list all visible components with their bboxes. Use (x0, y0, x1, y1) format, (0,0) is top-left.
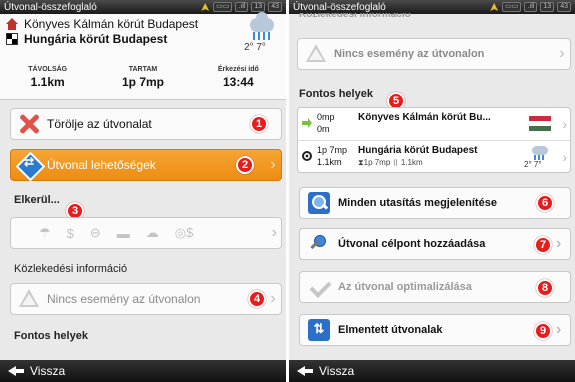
chevron-right-icon: › (556, 235, 562, 252)
back-arrow-icon (297, 366, 313, 376)
avoid-unpaved-icon: ☁ (145, 225, 159, 240)
back-button[interactable]: Vissza (319, 364, 354, 378)
callout-badge-1: 1 (250, 115, 268, 133)
stat-arrival: Érkezési idő 13:44 (217, 66, 259, 89)
clock-hour: 13 (251, 2, 266, 12)
gps-icon (200, 2, 210, 12)
scrolled-section-title: Közlekedési információ (299, 13, 411, 20)
destination-address: Hungária körút Budapest (24, 32, 168, 46)
chevron-right-icon: › (270, 290, 276, 307)
stat-duration: TARTAM 1p 7mp (121, 66, 164, 89)
battery-icon: ▭▭ (213, 2, 233, 12)
cloud-rain-icon: 2° 7° (244, 12, 278, 56)
traffic-info-button[interactable]: Nincs esemény az útvonalon › (10, 283, 282, 315)
place-subinfo: ⧗1p 7mp ▯ 1.1km (358, 158, 423, 167)
route-summary: Könyves Kálmán körút Budapest Hungária k… (0, 12, 286, 100)
pushpin-icon (308, 233, 330, 255)
places-list: 0mp 0m Könyves Kálmán körút Bu... › 1p 7m… (297, 107, 571, 173)
checkered-flag-icon (6, 33, 18, 45)
chevron-right-icon: › (562, 116, 567, 132)
delete-x-icon (17, 112, 41, 136)
callout-badge-2: 2 (236, 156, 254, 174)
traffic-info-button[interactable]: Nincs esemény az útvonalon › (297, 38, 571, 70)
clock-minute: 43 (557, 2, 571, 12)
cloud-rain-icon: 2° 7° (524, 144, 556, 170)
place-name: Hungária körút Budapest (358, 145, 478, 156)
callout-badge-8: 8 (536, 279, 554, 297)
chevron-right-icon: › (556, 321, 562, 338)
avoid-options-row[interactable]: ☂ $ ⊖ ▬ ☁ ◎$ › (10, 217, 282, 249)
left-screen: Útvonal-összefoglaló ▭▭ .ıll 13 43 Könyv… (0, 0, 286, 382)
saved-routes-button[interactable]: Elmentett útvonalak › (299, 314, 571, 346)
avoid-toll-icon: $ (66, 225, 74, 241)
avoid-umbrella-icon: ☂ (39, 225, 51, 240)
status-bar: Útvonal-összefoglaló ▭▭ .ıll 13 43 (0, 0, 286, 14)
list-item[interactable]: 1p 7mp 1.1km Hungária körút Budapest ⧗1p … (298, 140, 570, 172)
start-address: Könyves Kálmán körút Budapest (24, 17, 199, 31)
destination-target-icon (302, 151, 312, 161)
chevron-right-icon: › (559, 45, 565, 62)
status-bar: Útvonal-összefoglaló ▭▭ .ıll 13 43 (289, 0, 575, 14)
callout-badge-9: 9 (534, 322, 552, 340)
temp-high: 7° (256, 42, 266, 53)
callout-badge-6: 6 (536, 194, 554, 212)
stat-distance: TÁVOLSÁG 1.1km (28, 66, 68, 89)
bottom-bar: Vissza (0, 360, 286, 382)
add-destination-button[interactable]: Útvonal célpont hozzáadása › (299, 228, 571, 260)
places-section-title: Fontos helyek (299, 88, 373, 100)
avoid-ferry-icon: ⊖ (89, 225, 101, 240)
saved-routes-icon (308, 319, 330, 341)
chevron-right-icon: › (271, 224, 277, 241)
chevron-right-icon: › (562, 149, 567, 165)
traffic-section-title: Közlekedési információ (14, 263, 128, 275)
checkmark-icon (308, 276, 330, 298)
hungary-flag-icon (524, 111, 556, 137)
places-section-title: Fontos helyek (14, 330, 88, 342)
magnifier-icon (308, 192, 330, 214)
clock-hour: 13 (540, 2, 555, 12)
optimize-route-button[interactable]: Az útvonal optimalizálása (299, 271, 571, 303)
chevron-right-icon: › (270, 156, 276, 173)
signal-icon: .ıll (524, 2, 538, 12)
window-title: Útvonal-összefoglaló (293, 1, 386, 13)
start-arrow-icon (302, 118, 312, 128)
route-options-icon (17, 153, 41, 177)
callout-badge-7: 7 (534, 236, 552, 254)
back-button[interactable]: Vissza (30, 364, 65, 378)
avoid-section-title: Elkerül... (14, 194, 60, 206)
avoid-permit-icon: ◎$ (174, 225, 194, 240)
temp-low: 2° (244, 42, 254, 53)
list-item[interactable]: 0mp 0m Könyves Kálmán körút Bu... › (298, 108, 570, 140)
avoid-highway-icon: ▬ (116, 225, 130, 241)
delete-route-button[interactable]: Törölje az útvonalat (10, 108, 282, 140)
home-icon (6, 18, 18, 30)
show-all-instructions-button[interactable]: Minden utasítás megjelenítése (299, 187, 571, 219)
back-arrow-icon (8, 366, 24, 376)
warning-icon (17, 287, 41, 311)
clock-minute: 43 (268, 2, 282, 12)
battery-icon: ▭▭ (502, 2, 522, 12)
place-name: Könyves Kálmán körút Bu... (358, 112, 491, 123)
bottom-bar: Vissza (289, 360, 575, 382)
window-title: Útvonal-összefoglaló (4, 1, 97, 13)
right-screen: Útvonal-összefoglaló ▭▭ .ıll 13 43 Közle… (289, 0, 575, 382)
signal-icon: .ıll (235, 2, 249, 12)
callout-badge-4: 4 (248, 290, 266, 308)
gps-icon (489, 2, 499, 12)
warning-icon (304, 42, 328, 66)
